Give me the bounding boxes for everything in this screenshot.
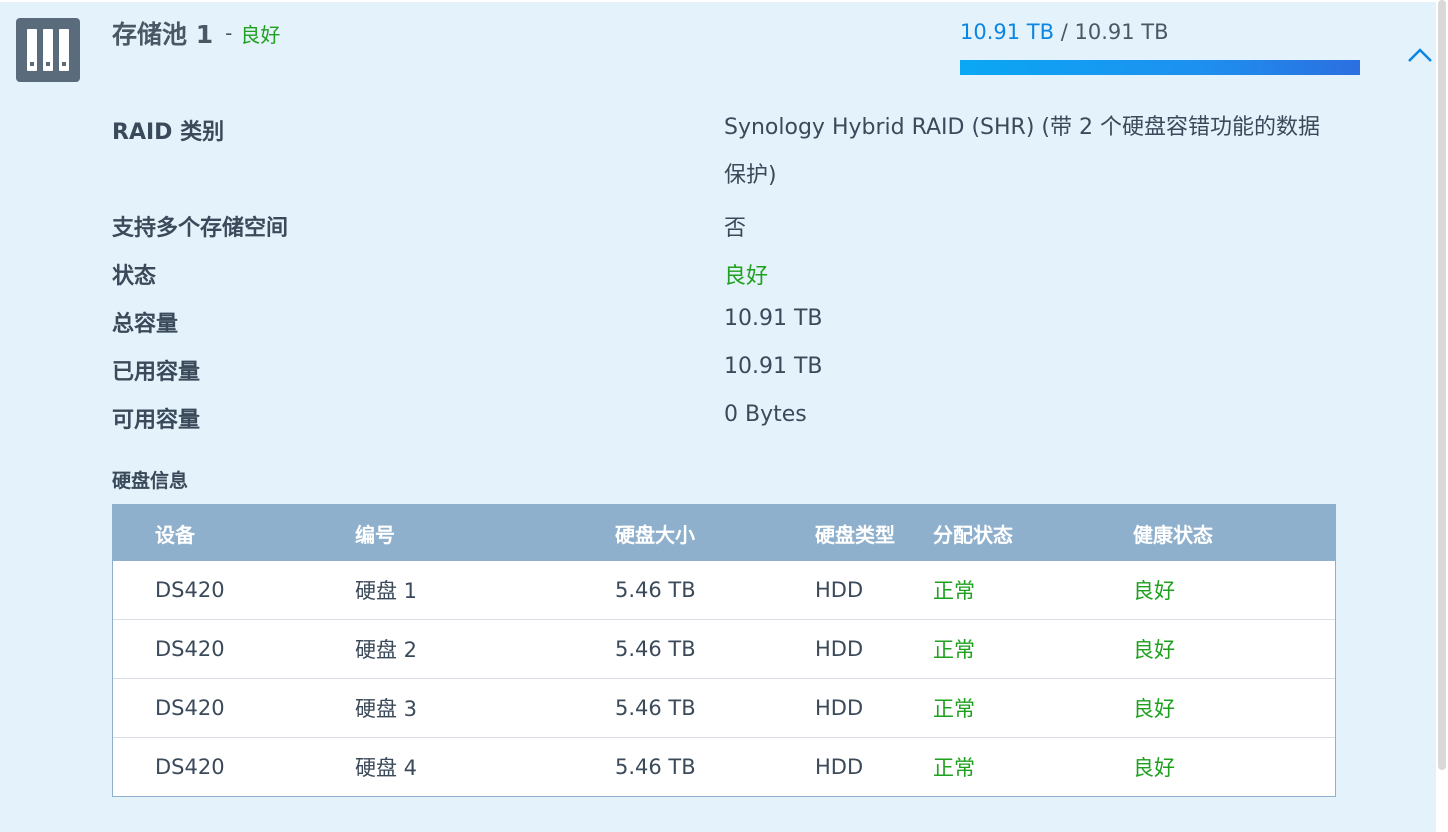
cell-device: DS420 — [155, 755, 225, 779]
cell-allocation: 正常 — [933, 638, 975, 662]
cell-type: HDD — [815, 696, 864, 720]
cell-size: 5.46 TB — [615, 578, 696, 602]
cell-health: 良好 — [1133, 579, 1175, 603]
usage-total: 10.91 TB — [1074, 20, 1169, 44]
table-row[interactable]: DS420 硬盘 3 5.46 TB HDD 正常 良好 — [113, 679, 1335, 738]
cell-allocation: 正常 — [933, 697, 975, 721]
cell-type: HDD — [815, 755, 864, 779]
info-value-total-capacity: 10.91 TB — [724, 306, 823, 331]
cell-type: HDD — [815, 637, 864, 661]
info-value-status: 良好 — [724, 264, 769, 289]
storage-pool-icon — [16, 18, 80, 82]
col-header-size[interactable]: 硬盘大小 — [615, 505, 695, 561]
cell-device: DS420 — [155, 578, 225, 602]
cell-size: 5.46 TB — [615, 755, 696, 779]
table-header: 设备 编号 硬盘大小 硬盘类型 分配状态 健康状态 — [113, 505, 1335, 561]
usage-bar — [960, 60, 1360, 75]
info-label-raid-type: RAID 类别 — [112, 120, 225, 145]
cell-size: 5.46 TB — [615, 637, 696, 661]
chevron-up-icon[interactable] — [1406, 44, 1434, 66]
cell-type: HDD — [815, 578, 864, 602]
pool-title: 存储池 1 - 良好 — [112, 16, 280, 50]
col-header-type[interactable]: 硬盘类型 — [815, 505, 895, 561]
cell-health: 良好 — [1133, 638, 1175, 662]
cell-device: DS420 — [155, 696, 225, 720]
cell-number: 硬盘 3 — [355, 697, 418, 721]
info-value-used-capacity: 10.91 TB — [724, 354, 823, 379]
cell-health: 良好 — [1133, 697, 1175, 721]
cell-allocation: 正常 — [933, 579, 975, 603]
col-header-health[interactable]: 健康状态 — [1133, 505, 1213, 561]
info-label-status: 状态 — [112, 264, 157, 289]
col-header-device[interactable]: 设备 — [155, 505, 195, 561]
cell-health: 良好 — [1133, 756, 1175, 780]
pool-name: 存储池 1 — [112, 20, 214, 49]
info-value-multi-volume: 否 — [724, 216, 747, 241]
top-border — [0, 0, 1436, 2]
disk-section-title: 硬盘信息 — [112, 470, 189, 492]
title-separator: - — [225, 21, 233, 45]
usage-summary: 10.91 TB / 10.91 TB — [960, 20, 1169, 44]
scrollbar[interactable] — [1438, 0, 1446, 770]
info-value-raid-type: Synology Hybrid RAID (SHR) (带 2 个硬盘容错功能的… — [724, 115, 1320, 188]
table-row[interactable]: DS420 硬盘 2 5.46 TB HDD 正常 良好 — [113, 620, 1335, 679]
disk-table: 设备 编号 硬盘大小 硬盘类型 分配状态 健康状态 DS420 硬盘 1 5.4… — [112, 504, 1336, 797]
table-row[interactable]: DS420 硬盘 1 5.46 TB HDD 正常 良好 — [113, 561, 1335, 620]
info-value-free-capacity: 0 Bytes — [724, 402, 807, 427]
cell-device: DS420 — [155, 637, 225, 661]
cell-allocation: 正常 — [933, 756, 975, 780]
cell-number: 硬盘 1 — [355, 579, 418, 603]
table-row[interactable]: DS420 硬盘 4 5.46 TB HDD 正常 良好 — [113, 738, 1335, 796]
info-label-free-capacity: 可用容量 — [112, 408, 201, 433]
info-label-total-capacity: 总容量 — [112, 312, 179, 337]
usage-used: 10.91 TB — [960, 20, 1055, 44]
cell-number: 硬盘 4 — [355, 756, 418, 780]
info-label-used-capacity: 已用容量 — [112, 360, 201, 385]
pool-status: 良好 — [240, 22, 281, 47]
cell-number: 硬盘 2 — [355, 638, 418, 662]
col-header-number[interactable]: 编号 — [355, 505, 395, 561]
cell-size: 5.46 TB — [615, 696, 696, 720]
usage-separator: / — [1060, 20, 1068, 44]
col-header-allocation[interactable]: 分配状态 — [933, 505, 1013, 561]
info-label-multi-volume: 支持多个存储空间 — [112, 216, 289, 241]
